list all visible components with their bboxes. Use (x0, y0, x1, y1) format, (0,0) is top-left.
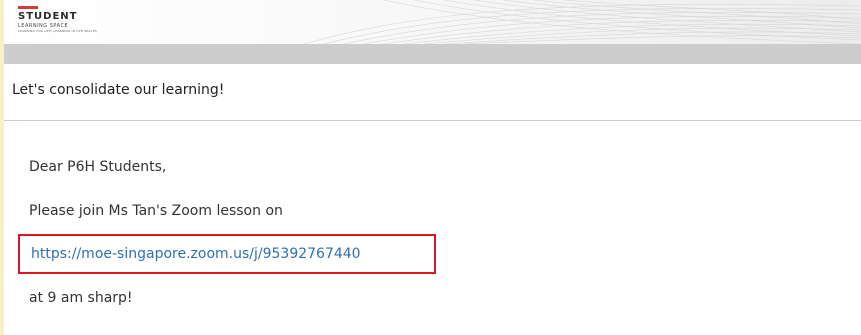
highlighted-link-box: https://moe-singapore.zoom.us/j/95392767… (18, 234, 436, 274)
banner-line-pattern (303, 0, 861, 44)
logo-accent-bar (18, 6, 38, 9)
header-grey-band (4, 44, 861, 64)
time-text: at 9 am sharp! (29, 290, 133, 306)
page-title: Let's consolidate our learning! (12, 82, 225, 98)
message-content: Dear P6H Students, Please join Ms Tan's … (4, 121, 861, 335)
invite-text: Please join Ms Tan's Zoom lesson on (29, 203, 283, 219)
page-heading-row: Let's consolidate our learning! (4, 64, 861, 121)
page-frame: STUDENT LEARNING SPACE LEARNING FOR LIFE… (4, 0, 861, 335)
header-banner: STUDENT LEARNING SPACE LEARNING FOR LIFE… (4, 0, 861, 44)
logo-title: STUDENT (18, 11, 78, 22)
zoom-meeting-link[interactable]: https://moe-singapore.zoom.us/j/95392767… (31, 246, 361, 262)
student-learning-space-logo[interactable]: STUDENT LEARNING SPACE LEARNING FOR LIFE… (18, 6, 97, 33)
logo-tagline: LEARNING FOR LIFE, LEARNING IN LIFE SPAC… (18, 29, 97, 33)
greeting-text: Dear P6H Students, (29, 159, 167, 175)
